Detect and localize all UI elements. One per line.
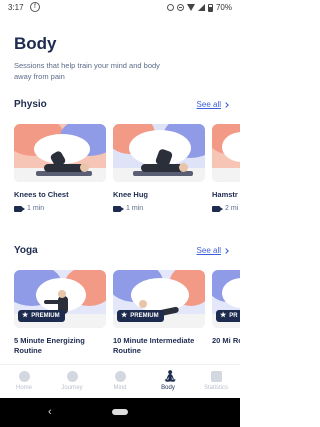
battery-percent: 70% — [215, 3, 232, 12]
star-icon: ★ — [22, 312, 29, 319]
card-title: 20 Mi Routi — [212, 336, 240, 345]
physio-card-knees-to-chest[interactable]: Knees to Chest 1 min — [14, 124, 106, 212]
physio-section-header: Physio See all — [14, 99, 229, 113]
compass-icon — [66, 371, 78, 382]
tab-label: Body — [161, 385, 175, 391]
see-all-label: See all — [196, 100, 221, 109]
system-nav-bar: ‹ — [0, 398, 240, 427]
see-all-physio-link[interactable]: See all — [196, 100, 229, 109]
tab-label: Journey — [61, 385, 83, 391]
tab-label: Mind — [113, 385, 127, 391]
page-title: Body — [14, 34, 57, 53]
exercise-thumbnail — [14, 124, 106, 182]
card-title: 5 Minute Energizing Routine — [14, 336, 85, 355]
page-header: Body Sessions that help train your mind … — [14, 34, 226, 82]
video-camera-icon — [113, 205, 124, 212]
battery-icon — [207, 3, 213, 12]
tab-statistics[interactable]: Statistics — [192, 365, 240, 398]
badge-label: PREMIUM — [31, 313, 60, 319]
star-icon: ★ — [121, 312, 128, 319]
card-title: Knees to Chest — [14, 190, 69, 199]
badge-label: PR — [229, 313, 238, 319]
yoga-card-5-minute[interactable]: ★ PREMIUM 5 Minute Energizing Routine — [14, 270, 106, 356]
wifi-icon — [186, 4, 195, 11]
home-icon — [18, 371, 30, 382]
card-duration: 2 mi — [212, 205, 240, 212]
tab-label: Statistics — [203, 385, 228, 391]
status-bar: 3:17 f 70% — [0, 0, 240, 16]
section-title-physio: Physio — [14, 99, 47, 110]
bottom-tab-bar: Home Journey Mind 🧘︎ Body Statistics — [0, 364, 240, 398]
exercise-thumbnail — [212, 124, 240, 182]
brain-icon — [114, 371, 126, 382]
statistics-icon — [210, 371, 222, 382]
premium-badge: ★ PREMIUM — [117, 310, 164, 322]
status-icons: 70% — [166, 3, 232, 12]
alarm-icon — [166, 4, 174, 11]
back-icon[interactable]: ‹ — [48, 406, 52, 418]
tab-mind[interactable]: Mind — [96, 365, 144, 398]
tab-home[interactable]: Home — [0, 365, 48, 398]
notification-icon: f — [30, 2, 40, 12]
physio-card-knee-hug[interactable]: Knee Hug 1 min — [113, 124, 205, 212]
see-all-label: See all — [196, 246, 221, 255]
yoga-card-10-minute[interactable]: ★ PREMIUM 10 Minute Intermediate Routine — [113, 270, 205, 356]
yoga-thumbnail: ★ PREMIUM — [14, 270, 106, 328]
video-camera-icon — [14, 205, 25, 212]
tab-journey[interactable]: Journey — [48, 365, 96, 398]
signal-icon — [197, 4, 205, 11]
status-time: 3:17 — [8, 3, 24, 12]
duration-label: 1 min — [27, 205, 45, 212]
duration-label: 2 mi — [225, 205, 239, 212]
tab-body[interactable]: 🧘︎ Body — [144, 365, 192, 398]
card-title: Knee Hug — [113, 190, 149, 199]
badge-label: PREMIUM — [130, 313, 159, 319]
card-duration: 1 min — [14, 205, 106, 212]
yoga-thumbnail: ★ PR — [212, 270, 240, 328]
chevron-right-icon — [223, 247, 229, 254]
video-camera-icon — [212, 205, 223, 212]
yoga-thumbnail: ★ PREMIUM — [113, 270, 205, 328]
do-not-disturb-icon — [176, 4, 184, 11]
see-all-yoga-link[interactable]: See all — [196, 246, 229, 255]
physio-carousel[interactable]: Knees to Chest 1 min Knee Hug 1 min Hams… — [14, 124, 240, 234]
card-title: Hamstr — [212, 190, 238, 199]
chevron-right-icon — [223, 101, 229, 108]
exercise-thumbnail — [113, 124, 205, 182]
star-icon: ★ — [220, 312, 227, 319]
section-title-yoga: Yoga — [14, 245, 38, 256]
yoga-card-20-minute[interactable]: ★ PR 20 Mi Routi — [212, 270, 240, 346]
duration-label: 1 min — [126, 205, 144, 212]
home-pill[interactable] — [112, 409, 128, 415]
card-title: 10 Minute Intermediate Routine — [113, 336, 195, 355]
body-icon: 🧘︎ — [162, 369, 178, 383]
premium-badge: ★ PR — [216, 310, 240, 322]
premium-badge: ★ PREMIUM — [18, 310, 65, 322]
card-duration: 1 min — [113, 205, 205, 212]
yoga-section-header: Yoga See all — [14, 245, 229, 259]
page-subtitle: Sessions that help train your mind and b… — [14, 61, 160, 81]
physio-card-hamstring[interactable]: Hamstr 2 mi — [212, 124, 240, 212]
tab-label: Home — [15, 385, 32, 391]
